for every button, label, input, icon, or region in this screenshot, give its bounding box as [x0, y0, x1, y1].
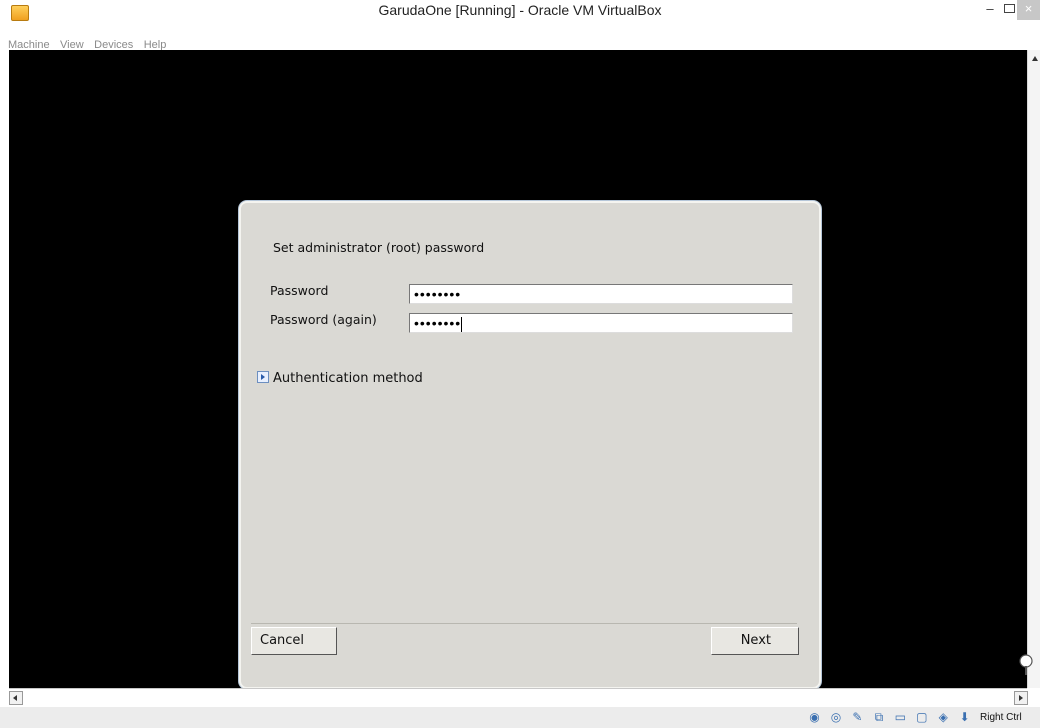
password-again-value: ••••••••: [414, 315, 462, 331]
dialog-heading: Set administrator (root) password: [273, 240, 485, 255]
host-key-label: Right Ctrl: [980, 712, 1022, 723]
video-capture-icon[interactable]: ◈: [936, 710, 951, 724]
mouse-integration-icon[interactable]: ⬇: [957, 710, 972, 724]
maximize-button[interactable]: [1002, 0, 1016, 20]
arrow-right-icon: [1019, 695, 1023, 701]
password-field[interactable]: ••••••••: [409, 284, 793, 304]
hard-disk-icon[interactable]: ◉: [807, 710, 822, 724]
next-button[interactable]: Next: [711, 627, 799, 655]
close-button[interactable]: ×: [1017, 0, 1040, 20]
password-again-field[interactable]: ••••••••: [409, 313, 793, 333]
scroll-right-button[interactable]: [1014, 691, 1028, 705]
button-separator: [251, 623, 797, 624]
shared-folders-icon[interactable]: ▭: [893, 710, 908, 724]
status-bar: ◉ ◎ ✎ ⧉ ▭ ▢ ◈ ⬇ Right Ctrl: [0, 707, 1040, 728]
window-title: GarudaOne [Running] - Oracle VM VirtualB…: [378, 2, 662, 18]
arrow-left-icon: [13, 695, 17, 701]
horizontal-scrollbar[interactable]: [9, 688, 1028, 707]
expand-arrow-icon: [257, 371, 269, 383]
cancel-button[interactable]: Cancel: [251, 627, 337, 655]
scroll-left-button[interactable]: [9, 691, 23, 705]
mouse-cursor-icon: [1019, 654, 1033, 675]
text-caret: [461, 316, 463, 332]
vm-display[interactable]: Set administrator (root) password Passwo…: [9, 50, 1027, 688]
minimize-button[interactable]: –: [980, 0, 1000, 20]
authentication-method-expander[interactable]: Authentication method: [257, 371, 423, 386]
password-label: Password: [270, 283, 329, 298]
maximize-icon: [1003, 4, 1015, 13]
password-value: ••••••••: [414, 286, 462, 302]
expander-label: Authentication method: [273, 371, 423, 386]
window-titlebar: GarudaOne [Running] - Oracle VM VirtualB…: [0, 0, 1040, 30]
scroll-up-icon[interactable]: [1032, 56, 1038, 61]
root-password-dialog: Set administrator (root) password Passwo…: [239, 201, 821, 688]
usb-icon[interactable]: ✎: [850, 710, 865, 724]
network-icon[interactable]: ⧉: [871, 710, 886, 724]
vertical-scrollbar[interactable]: [1027, 50, 1040, 688]
menu-bar: Machine View Devices Help: [0, 30, 1040, 51]
display-icon[interactable]: ▢: [914, 710, 929, 724]
password-again-label: Password (again): [270, 312, 377, 327]
optical-drive-icon[interactable]: ◎: [828, 710, 843, 724]
